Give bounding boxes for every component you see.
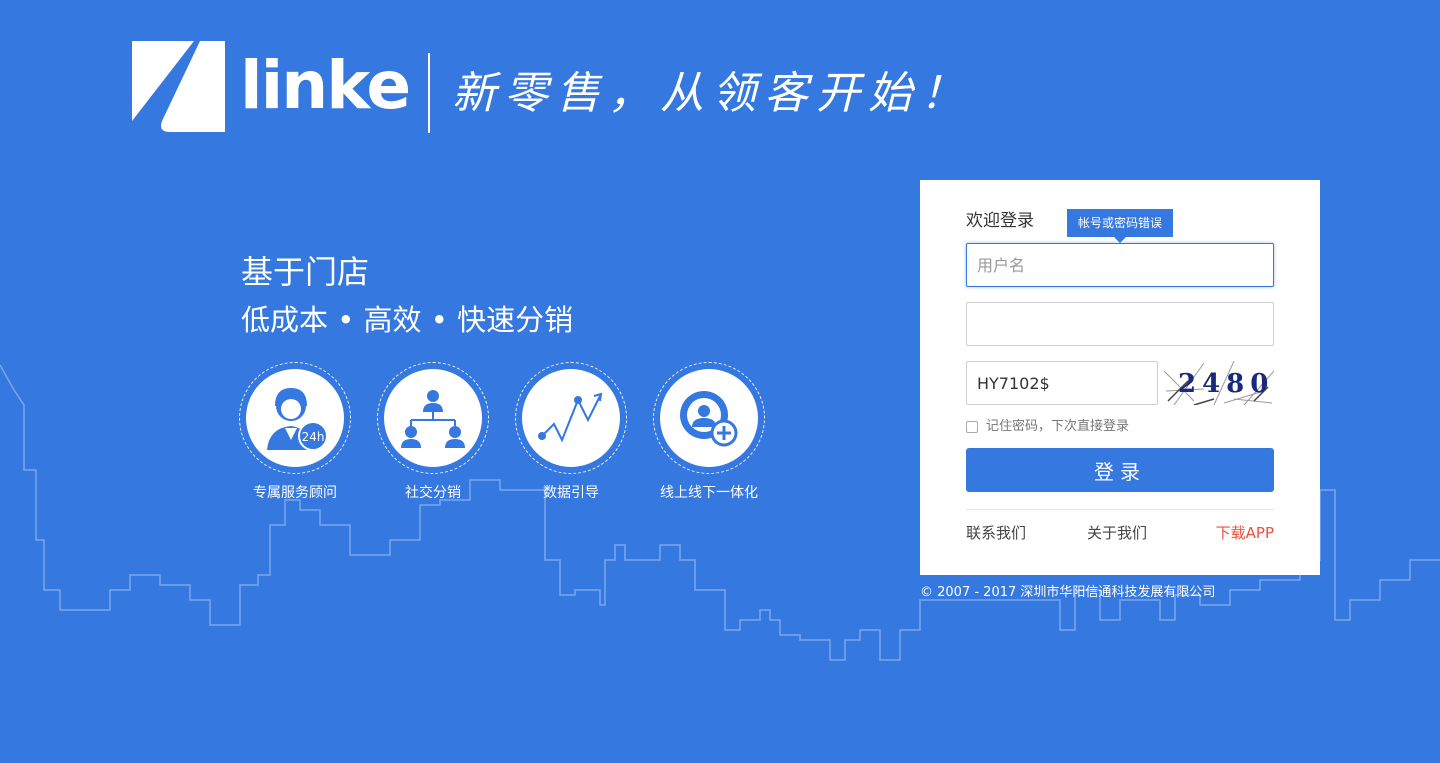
password-input[interactable] [966,302,1274,346]
feature-data-guidance: 数据引导 [515,362,627,503]
contact-us-link[interactable]: 联系我们 [966,523,1026,543]
about-us-link[interactable]: 关于我们 [1087,523,1147,543]
login-button[interactable]: 登录 [966,448,1274,492]
user-add-icon [680,391,738,447]
feature-label: 专属服务顾问 [253,485,337,501]
line-chart-icon [538,392,603,443]
logo-wordmark: linke [240,47,411,124]
header-divider [428,53,430,133]
captcha-text: 2480 [1178,369,1274,399]
org-network-icon [401,390,465,448]
service-badge-text: 24h [302,430,325,444]
promo-subtitle: 低成本 • 高效 • 快速分销 [241,303,574,337]
feature-label: 社交分销 [405,485,461,501]
captcha-input[interactable] [966,361,1158,405]
captcha-image[interactable]: 2480 [1164,361,1274,405]
download-app-link[interactable]: 下载APP [1216,523,1274,543]
header-slogan: 新零售，从领客开始！ [452,68,972,119]
login-error-tooltip: 帐号或密码错误 [1067,209,1174,243]
remember-label: 记住密码，下次直接登录 [986,419,1130,434]
feature-service-advisor: 24h 专属服务顾问 [239,362,351,503]
linke-logo-mark [132,41,225,132]
login-card: 欢迎登录 帐号或密码错误 2480 记住密码，下次直接登录 登录 联系我们 关于… [920,180,1320,575]
feature-label: 数据引导 [543,485,599,501]
promo-title: 基于门店 [241,253,370,291]
card-divider [966,509,1274,510]
username-input[interactable] [966,243,1274,287]
remember-password[interactable]: 记住密码，下次直接登录 [966,418,1129,436]
customer-service-24h-icon: 24h [267,387,328,451]
login-welcome-title: 欢迎登录 [966,211,1034,231]
remember-checkbox[interactable] [966,421,978,433]
feature-label: 线上线下一体化 [660,485,758,501]
copyright-text: © 2007 - 2017 深圳市华阳信通科技发展有限公司 [920,585,1216,600]
feature-online-offline: 线上线下一体化 [653,362,765,503]
feature-social-distribution: 社交分销 [377,362,489,503]
